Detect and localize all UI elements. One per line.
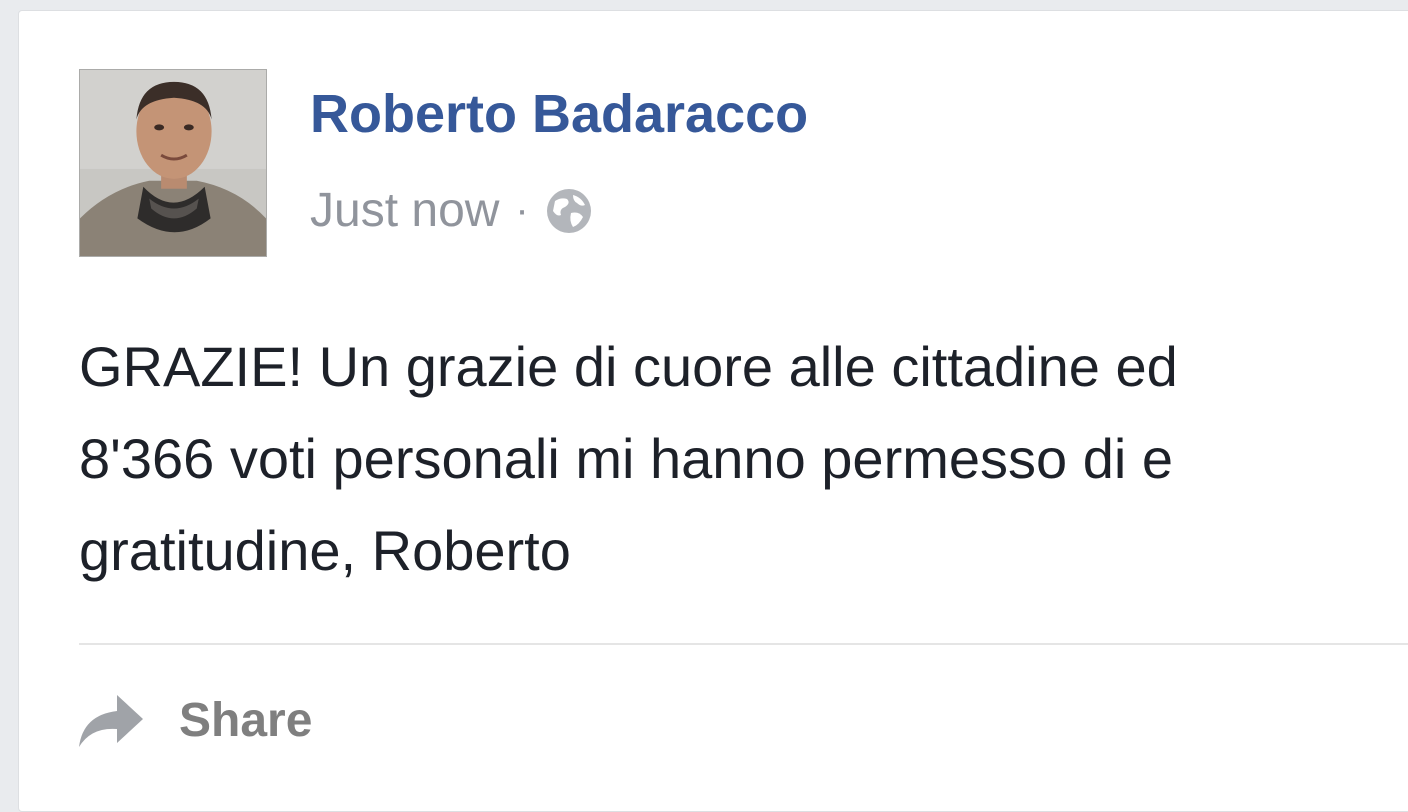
post-card: Roberto Badaracco Just now · GRAZIE! Un … — [18, 10, 1408, 812]
post-body-line: 8'366 voti personali mi hanno permesso d… — [79, 427, 1173, 490]
globe-icon[interactable] — [545, 187, 593, 235]
post-body-line: gratitudine, Roberto — [79, 519, 571, 582]
share-arrow-icon — [77, 691, 145, 749]
post-timestamp[interactable]: Just now — [310, 183, 499, 238]
meta-separator: · — [515, 188, 529, 232]
author-name-link[interactable]: Roberto Badaracco — [310, 83, 808, 145]
share-button[interactable]: Share — [77, 691, 312, 749]
post-meta: Just now · — [310, 183, 593, 238]
divider — [79, 643, 1408, 645]
post-body: GRAZIE! Un grazie di cuore alle cittadin… — [79, 321, 1178, 597]
avatar[interactable] — [79, 69, 267, 257]
share-label: Share — [179, 693, 313, 747]
post-body-line: GRAZIE! Un grazie di cuore alle cittadin… — [79, 335, 1178, 398]
